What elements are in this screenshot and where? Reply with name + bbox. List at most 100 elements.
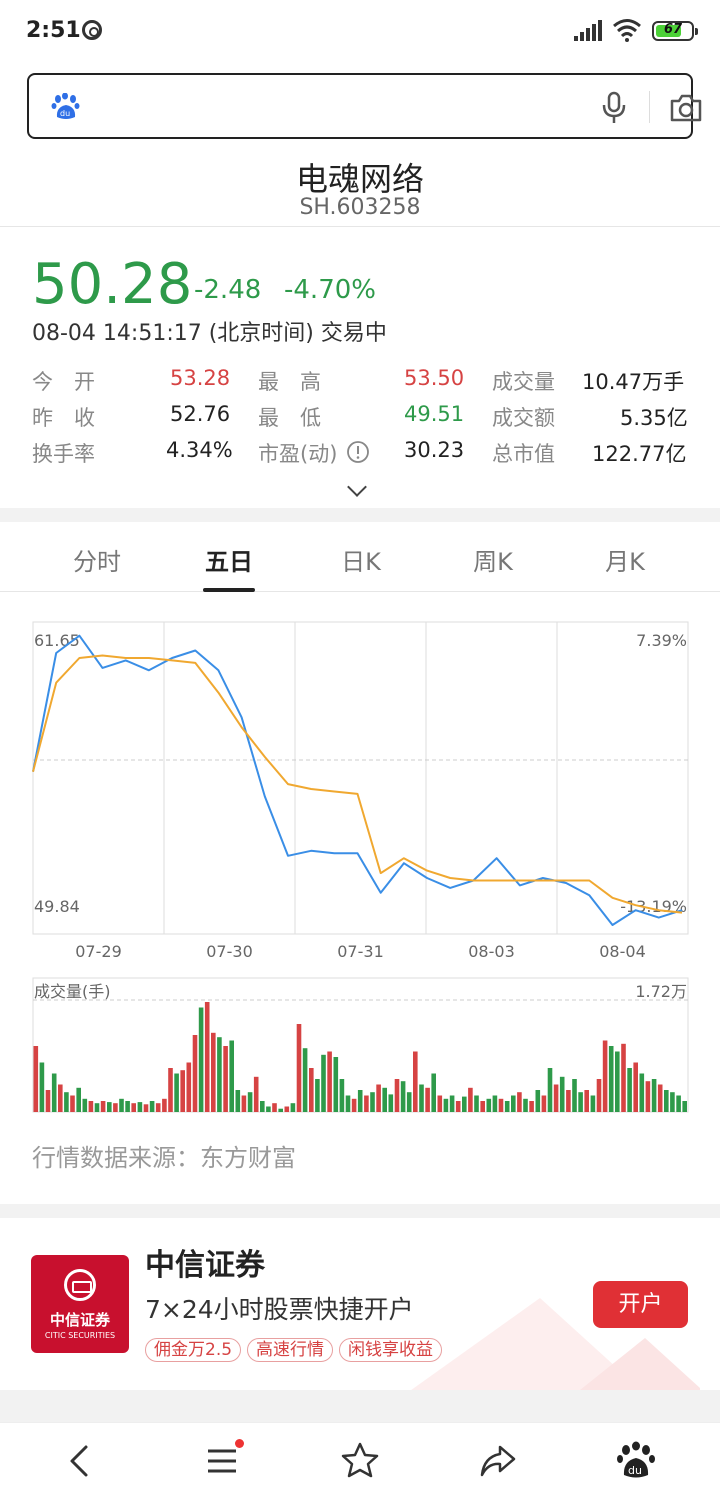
stat-label: 最 高 (258, 370, 321, 394)
volume-bar (621, 1043, 626, 1112)
tab-weekly-k[interactable]: 周K (433, 542, 553, 577)
volume-bar (535, 1090, 541, 1112)
volume-bar (553, 1084, 559, 1112)
expand-chevron-icon[interactable] (347, 477, 367, 497)
stat-value: 122.77亿 (592, 442, 687, 466)
volume-bar (192, 1035, 198, 1112)
info-icon[interactable] (346, 440, 370, 464)
volume-bar (602, 1040, 608, 1112)
volume-bar (198, 1007, 204, 1112)
baidu-paw-icon[interactable]: du (616, 1441, 656, 1481)
volume-bar (431, 1073, 436, 1112)
volume-bar (559, 1076, 565, 1112)
volume-bar (645, 1081, 651, 1112)
stats-row: 今 开 53.28 最 高 53.50 成交量 10.47万手 (32, 362, 692, 398)
volume-bar (382, 1087, 387, 1112)
volume-bar (651, 1079, 657, 1112)
chart-grid (32, 621, 689, 935)
stat-label: 成交量 (492, 370, 555, 394)
volume-bar (370, 1092, 375, 1112)
ad-card[interactable]: 中信证券 CITIC SECURITIES 中信证券 7×24小时股票快捷开户 … (0, 1218, 720, 1394)
volume-bar (437, 1095, 443, 1112)
tab-intraday[interactable]: 分时 (37, 542, 157, 577)
volume-bar (670, 1092, 675, 1112)
volume-bar (523, 1098, 528, 1112)
volume-bar (241, 1095, 247, 1112)
volume-bar (590, 1095, 596, 1112)
microphone-icon[interactable] (601, 91, 627, 125)
stat-value: 53.50 (404, 366, 465, 390)
volume-bar (125, 1101, 130, 1112)
volume-bar (639, 1073, 645, 1112)
stat-value: 52.76 (170, 402, 231, 426)
volume-bar (58, 1084, 63, 1112)
volume-bar (608, 1046, 614, 1112)
x-tick-label: 07-31 (337, 942, 384, 961)
volume-bar (425, 1087, 430, 1112)
volume-bar (235, 1090, 241, 1112)
volume-bar (504, 1101, 510, 1112)
stat-label: 市盈(动) (258, 442, 338, 466)
share-icon[interactable] (478, 1441, 518, 1481)
volume-bar (394, 1079, 400, 1112)
sync-icon (82, 20, 102, 40)
volume-bar (596, 1079, 602, 1112)
volume-bar (168, 1068, 173, 1112)
volume-bar (137, 1102, 143, 1112)
citic-logo: 中信证券 CITIC SECURITIES (31, 1255, 129, 1353)
volume-bar (682, 1101, 687, 1112)
volume-bar (204, 1002, 210, 1112)
ad-title: 中信证券 (145, 1248, 265, 1283)
active-tab-indicator (203, 588, 255, 592)
camera-icon[interactable] (669, 93, 703, 123)
volume-bar (627, 1068, 632, 1112)
stats-row: 换手率 4.34% 市盈(动) 30.23 总市值 122.77亿 (32, 434, 692, 470)
volume-bar (162, 1098, 167, 1112)
volume-bar (339, 1079, 345, 1112)
back-icon[interactable] (60, 1441, 100, 1481)
five-day-chart[interactable]: 61.65 49.84 7.39% -13.19% 07-29 07-30 07-3… (0, 600, 720, 1120)
volume-bar (309, 1068, 314, 1112)
tab-monthly-k[interactable]: 月K (565, 542, 685, 577)
volume-bar (657, 1084, 663, 1112)
volume-bar (406, 1092, 412, 1112)
volume-bar (33, 1046, 39, 1112)
volume-bar (217, 1037, 222, 1112)
price-change: -2.48 (194, 275, 262, 305)
volume-bar (284, 1106, 290, 1112)
menu-icon[interactable] (202, 1439, 244, 1481)
volume-bar (296, 1024, 302, 1112)
stock-name: 电魂网络 (295, 160, 424, 198)
volume-bar (364, 1095, 369, 1112)
ad-tag: 闲钱享收益 (339, 1338, 443, 1362)
x-tick-label: 07-29 (75, 942, 122, 961)
x-tick-label: 08-03 (468, 942, 515, 961)
trade-time: 08-04 14:51:17 (北京时间) 交易中 (32, 321, 387, 346)
volume-title: 成交量(手) (34, 982, 111, 1001)
volume-bar (480, 1101, 485, 1112)
star-icon[interactable] (340, 1441, 380, 1481)
volume-bar (547, 1068, 553, 1112)
search-bar[interactable]: du (27, 73, 702, 139)
volume-bar (223, 1046, 228, 1112)
volume-bar (211, 1032, 216, 1112)
open-account-button[interactable]: 开户 (593, 1281, 688, 1328)
volume-bar (517, 1092, 522, 1112)
section-gap (0, 508, 720, 522)
volume-bar (302, 1048, 308, 1112)
tab-five-day[interactable]: 五日 (169, 542, 289, 577)
stat-value: 53.28 (170, 366, 231, 390)
ad-tag: 佣金万2.5 (145, 1338, 242, 1362)
volume-bar (333, 1057, 339, 1112)
volume-bar (327, 1051, 332, 1112)
stat-label: 最 低 (258, 406, 321, 430)
volume-max-label: 1.72万 (635, 982, 687, 1001)
volume-bar (149, 1101, 155, 1112)
wifi-icon (613, 19, 641, 42)
signal-icon (574, 20, 602, 41)
volume-bar (462, 1096, 467, 1112)
volume-bar (443, 1098, 449, 1112)
tab-daily-k[interactable]: 日K (301, 542, 421, 577)
logo-subtext: CITIC SECURITIES (44, 1331, 116, 1340)
volume-bar (315, 1079, 320, 1112)
